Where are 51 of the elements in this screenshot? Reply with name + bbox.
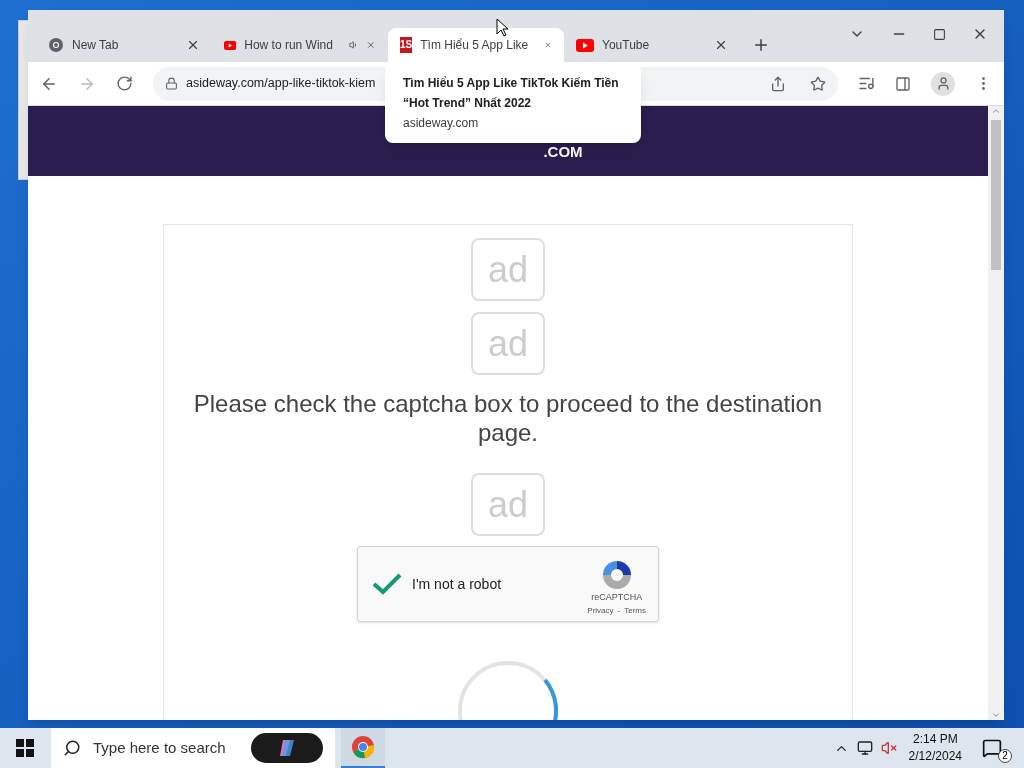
tab-title: New Tab	[72, 37, 119, 54]
url-text: asideway.com/app-like-tiktok-kiem	[186, 75, 376, 93]
clock-time[interactable]: 2:14 PM	[912, 731, 958, 748]
chrome-taskbar-icon[interactable]	[341, 728, 385, 768]
taskbar-search-field[interactable]: Type here to search	[51, 728, 335, 768]
maximize-icon[interactable]	[933, 27, 946, 41]
close-icon[interactable]	[714, 38, 728, 52]
chrome-icon	[48, 37, 64, 53]
reload-icon[interactable]	[116, 75, 133, 92]
checkmark-icon	[372, 572, 402, 596]
speaker-icon[interactable]	[348, 38, 359, 52]
notification-count: 2	[998, 749, 1012, 763]
privacy-link[interactable]: Privacy	[587, 604, 614, 617]
terms-link[interactable]: Terms	[624, 604, 646, 617]
site-logo[interactable]: .COM	[543, 144, 583, 159]
tab-title: Tìm Hiểu 5 App Like	[420, 37, 529, 54]
browser-tab[interactable]: How to run Wind	[212, 28, 388, 62]
mouse-cursor-icon	[496, 18, 508, 37]
clock-date[interactable]: 2/12/2024	[908, 748, 962, 765]
search-icon	[63, 739, 81, 757]
instruction-text: Please check the captcha box to proceed to the destination page.	[192, 389, 824, 447]
browser-tab[interactable]: 1S Tìm Hiểu 5 App Like	[388, 28, 564, 62]
profile-icon[interactable]	[931, 71, 955, 96]
link-separator: -	[617, 604, 621, 617]
recaptcha-logo-icon	[600, 559, 633, 592]
share-icon[interactable]	[770, 75, 786, 92]
lock-icon	[165, 77, 178, 90]
scrollbar[interactable]	[988, 106, 1004, 720]
browser-tab[interactable]: New Tab	[36, 28, 212, 62]
close-icon[interactable]	[186, 38, 200, 52]
search-placeholder: Type here to search	[93, 737, 227, 758]
copilot-button[interactable]	[251, 733, 323, 763]
site-icon: 1S	[400, 37, 413, 53]
recaptcha-brand: reCAPTCHA	[591, 591, 643, 605]
browser-tab[interactable]: YouTube	[564, 28, 740, 62]
bookmark-icon[interactable]	[810, 75, 826, 92]
captcha-label: I'm not a robot	[412, 574, 502, 594]
youtube-icon	[224, 38, 237, 52]
media-icon[interactable]	[858, 75, 875, 92]
windows-start-icon[interactable]	[16, 739, 34, 757]
side-panel-icon[interactable]	[895, 75, 911, 92]
scrollbar-thumb[interactable]	[991, 120, 1001, 270]
network-icon[interactable]	[856, 740, 873, 756]
new-tab-icon[interactable]	[752, 36, 770, 54]
tooltip-domain: asideway.com	[403, 115, 480, 132]
tab-title: How to run Wind	[244, 37, 333, 54]
copilot-icon	[277, 738, 297, 758]
notifications-icon[interactable]	[982, 738, 1002, 758]
muted-speaker-icon[interactable]	[880, 740, 897, 756]
youtube-icon	[576, 38, 594, 52]
tab-title: YouTube	[602, 37, 650, 54]
